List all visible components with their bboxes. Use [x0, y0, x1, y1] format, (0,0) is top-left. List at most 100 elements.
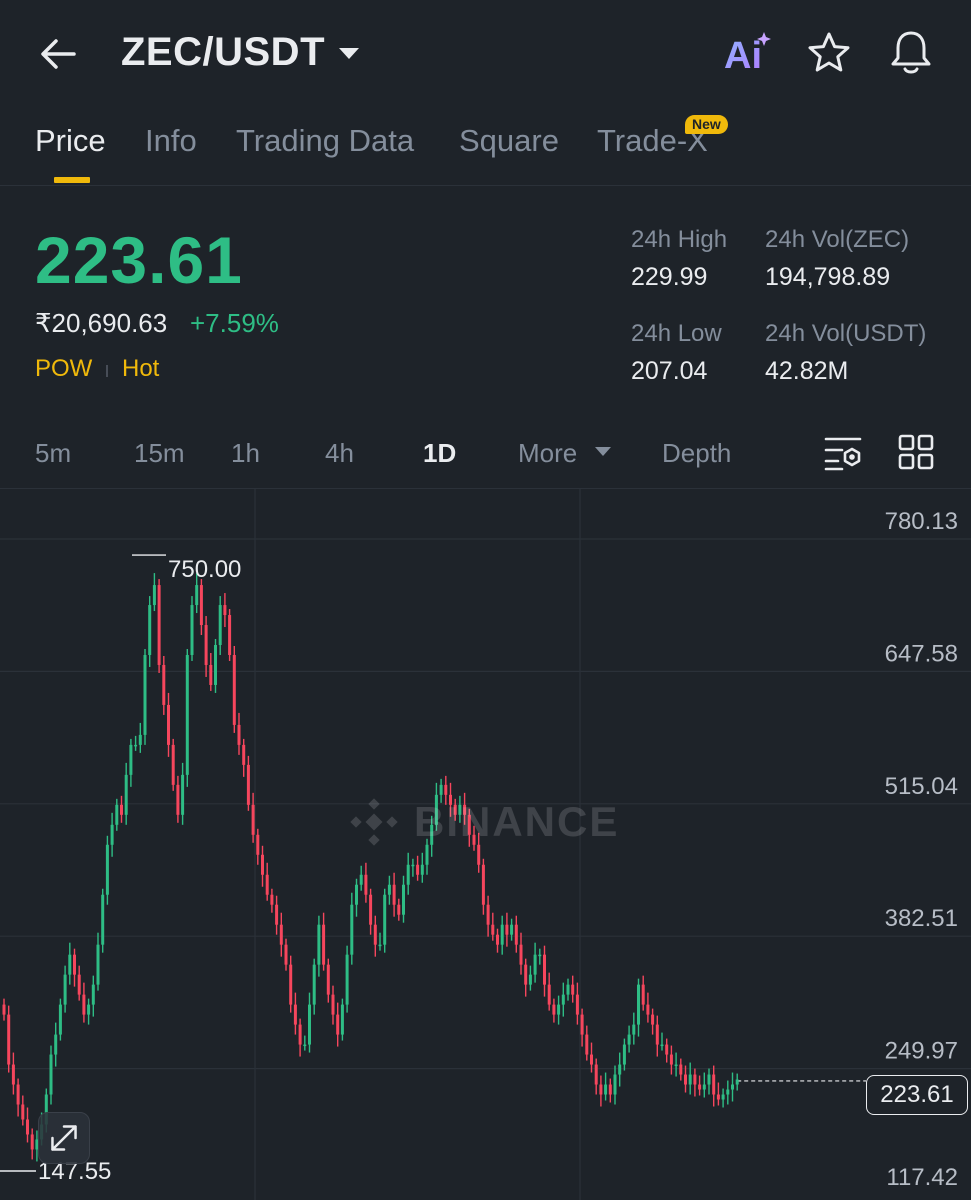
more-caret-icon[interactable] [594, 446, 612, 458]
low-24h-label: 24h Low [631, 320, 722, 347]
binance-watermark: BINANCE [344, 796, 634, 848]
candle-body [105, 844, 109, 895]
tab-trading-data[interactable]: Trading Data [236, 123, 414, 159]
candle-body [345, 954, 349, 1005]
candle-body [547, 984, 551, 1005]
indicator-settings-icon[interactable] [823, 435, 863, 471]
candle-body [721, 1094, 725, 1100]
new-badge: New [685, 115, 728, 134]
vol-quote-label: 24h Vol(USDT) [765, 320, 927, 347]
candle-body [674, 1064, 678, 1067]
candle-body [688, 1074, 692, 1085]
candle-body [378, 944, 382, 947]
candle-body [571, 984, 575, 995]
candle-body [585, 1034, 589, 1055]
candle-body [486, 904, 490, 925]
candle-body [322, 924, 326, 965]
depth-chart-toggle[interactable]: Depth [662, 438, 731, 469]
candle-body [190, 605, 194, 655]
candle-body [58, 1004, 62, 1035]
last-price: 223.61 [35, 223, 243, 297]
trading-pair-title[interactable]: ZEC/USDT [121, 30, 325, 75]
candle-body [223, 605, 227, 616]
tag-separator [106, 365, 108, 377]
candle-body [641, 984, 645, 1005]
candle-body [298, 1024, 302, 1045]
candle-body [242, 744, 246, 765]
y-axis-tick-label: 647.58 [885, 640, 958, 667]
tag-hot[interactable]: Hot [122, 355, 159, 383]
candle-body [669, 1054, 673, 1065]
candle-body [138, 734, 142, 745]
high-24h-label: 24h High [631, 226, 728, 253]
candle-body [7, 1014, 11, 1065]
vol-base-label: 24h Vol(ZEC) [765, 226, 910, 253]
candle-body [707, 1074, 711, 1085]
active-tab-indicator [54, 177, 90, 183]
candle-body [232, 654, 236, 725]
candle-body [651, 1014, 655, 1025]
candle-body [284, 944, 288, 965]
star-icon[interactable] [806, 30, 852, 76]
candle-body [481, 864, 485, 905]
interval-more[interactable]: More [518, 438, 577, 469]
candle-body [279, 924, 283, 945]
candle-body [519, 944, 523, 965]
candle-body [406, 864, 410, 885]
candle-body [199, 585, 203, 626]
candle-body [604, 1084, 608, 1095]
caret-down-icon[interactable] [336, 40, 362, 66]
candle-body [444, 784, 448, 795]
interval-1d[interactable]: 1D [423, 438, 456, 469]
candle-body [369, 894, 373, 925]
candle-body [204, 625, 208, 665]
candle-body [416, 864, 420, 875]
candle-body [402, 884, 405, 915]
candle-body [209, 664, 213, 685]
candle-body [590, 1054, 593, 1065]
candle-body [618, 1064, 622, 1075]
price-change-percent: +7.59% [190, 308, 279, 338]
candle-body [30, 1134, 34, 1150]
candle-body [411, 864, 415, 867]
candle-body [120, 804, 123, 815]
interval-15m[interactable]: 15m [134, 438, 185, 469]
candle-body [195, 585, 199, 606]
tab-price[interactable]: Price [35, 123, 106, 159]
candle-body [326, 964, 330, 995]
candle-body [115, 804, 119, 825]
candle-body [214, 645, 217, 685]
candle-body [289, 964, 293, 1005]
candle-body [275, 904, 279, 925]
candle-body [63, 974, 67, 1005]
bell-icon[interactable] [888, 28, 934, 76]
candle-body [712, 1074, 716, 1095]
candle-body [580, 1014, 584, 1035]
interval-1h[interactable]: 1h [231, 438, 260, 469]
candle-body [665, 1044, 669, 1055]
candle-body [110, 824, 114, 845]
interval-5m[interactable]: 5m [35, 438, 71, 469]
ai-icon[interactable]: Ai [722, 30, 772, 76]
layout-grid-icon[interactable] [898, 434, 934, 470]
tab-square[interactable]: Square [459, 123, 559, 159]
candle-body [491, 924, 495, 935]
candle-body [679, 1064, 683, 1075]
candle-body [251, 804, 255, 835]
candle-body [594, 1064, 598, 1085]
candle-body [129, 744, 133, 775]
fullscreen-expand-icon[interactable] [38, 1112, 90, 1164]
binance-logo-icon [350, 798, 398, 846]
interval-4h[interactable]: 4h [325, 438, 354, 469]
candle-body [157, 585, 161, 665]
candle-body [293, 1004, 297, 1025]
candle-body [16, 1084, 20, 1105]
tag-pow[interactable]: POW [35, 355, 92, 383]
tab-info[interactable]: Info [145, 123, 197, 159]
candle-body [561, 994, 565, 1005]
candle-body [632, 1024, 636, 1035]
back-arrow-icon[interactable] [36, 32, 80, 76]
candle-body [510, 924, 514, 935]
candle-body [646, 1004, 650, 1015]
candle-body [91, 984, 95, 1005]
